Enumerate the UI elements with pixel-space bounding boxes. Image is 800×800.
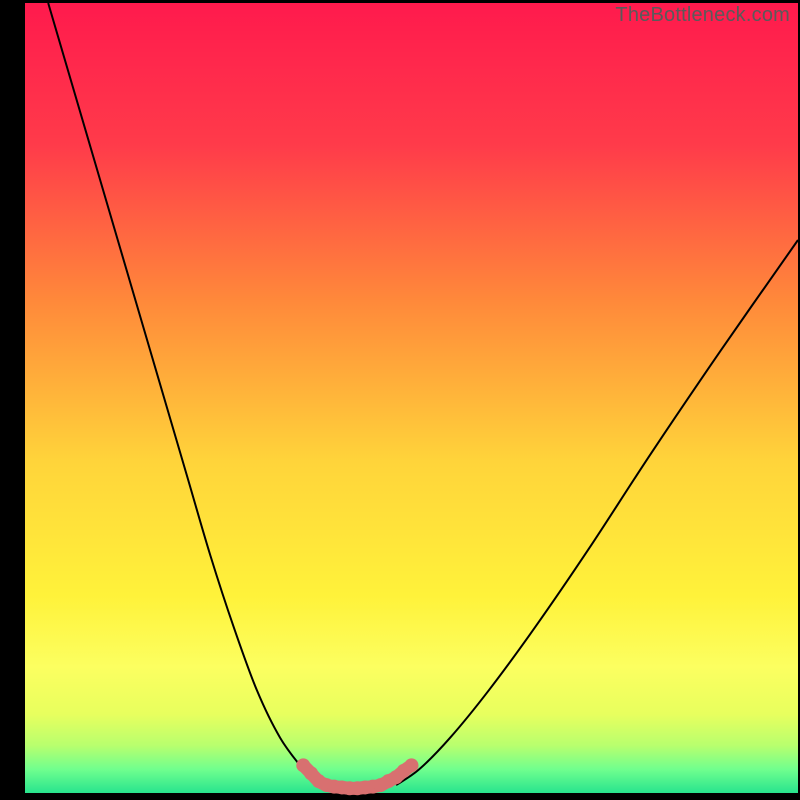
valley-marker-dot [405, 758, 419, 772]
plot-svg [0, 0, 800, 800]
gradient-background [25, 3, 798, 793]
watermark-text: TheBottleneck.com [615, 4, 790, 27]
